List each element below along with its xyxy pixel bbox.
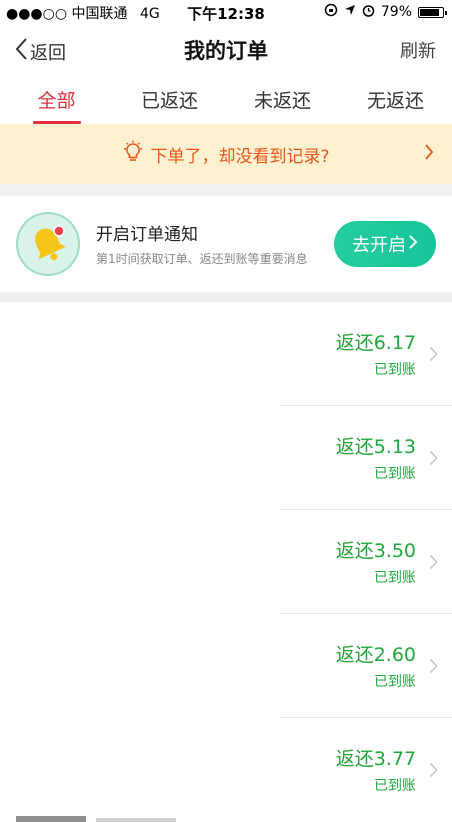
order-tabs: 全部 已返还 未返还 无返还 (0, 76, 452, 124)
lightbulb-icon (122, 140, 144, 169)
notice-text: 下单了，却没看到记录? (150, 146, 330, 167)
status-bar: ●●●○○ 中国联通 4G 下午12:38 79% (0, 0, 452, 24)
chevron-right-icon (429, 450, 438, 470)
refresh-button[interactable]: 刷新 (400, 37, 436, 63)
page-title: 我的订单 (184, 39, 268, 63)
order-row[interactable]: 返还2.60 已到账 (0, 614, 452, 718)
chevron-right-icon (424, 143, 434, 166)
notification-title: 开启订单通知 (96, 225, 198, 245)
order-return-amount: 返还6.17 (335, 332, 416, 354)
status-right: 79% (324, 3, 447, 21)
notification-subtitle: 第1时间获取订单、返还到账等重要消息 (96, 252, 308, 266)
tab-label: 无返还 (366, 90, 424, 112)
order-status: 已到账 (374, 466, 416, 482)
order-row[interactable]: 返还5.13 已到账 (0, 406, 452, 510)
tab-label: 已返还 (140, 90, 198, 112)
rotation-lock-icon (324, 3, 338, 21)
order-row[interactable]: 返还6.17 已到账 (0, 302, 452, 406)
tab-no-return[interactable]: 无返还 (339, 76, 452, 124)
section-divider (0, 292, 452, 302)
alarm-icon (362, 4, 375, 21)
chevron-right-icon (429, 658, 438, 678)
section-divider (0, 184, 452, 196)
tab-returned[interactable]: 已返还 (113, 76, 226, 124)
tab-label: 未返还 (253, 90, 311, 112)
chevron-right-icon (429, 554, 438, 574)
order-status: 已到账 (374, 362, 416, 378)
battery-percent: 79% (380, 4, 412, 20)
order-row[interactable]: 返还3.50 已到账 (0, 510, 452, 614)
location-icon (344, 4, 356, 20)
order-notification-card: 开启订单通知 第1时间获取订单、返还到账等重要消息 去开启 (0, 196, 452, 292)
tab-all[interactable]: 全部 (0, 76, 113, 124)
enable-notification-button[interactable]: 去开启 (334, 221, 436, 267)
order-return-amount: 返还3.50 (335, 540, 416, 562)
chevron-right-icon (429, 762, 438, 782)
tab-label: 全部 (37, 90, 76, 112)
button-label: 去开启 (352, 235, 406, 256)
missing-order-notice[interactable]: 下单了，却没看到记录? (0, 124, 452, 184)
order-return-amount: 返还3.77 (335, 748, 416, 770)
tab-not-returned[interactable]: 未返还 (226, 76, 339, 124)
chevron-right-icon (429, 346, 438, 366)
order-thumbnail (16, 816, 86, 822)
order-status: 已到账 (374, 778, 416, 794)
order-status: 已到账 (374, 570, 416, 586)
order-title-placeholder (96, 818, 176, 822)
order-row[interactable]: 返还3.77 已到账 (0, 718, 452, 822)
bell-icon (16, 212, 80, 276)
order-list: 返还6.17 已到账 返还5.13 已到账 返还3.50 已到账 返还2.60 … (0, 302, 452, 822)
nav-bar: 返回 我的订单 刷新 (0, 24, 452, 76)
order-status: 已到账 (374, 674, 416, 690)
order-return-amount: 返还2.60 (335, 644, 416, 666)
battery-icon (418, 6, 447, 18)
order-return-amount: 返还5.13 (335, 436, 416, 458)
chevron-right-icon (408, 234, 418, 255)
